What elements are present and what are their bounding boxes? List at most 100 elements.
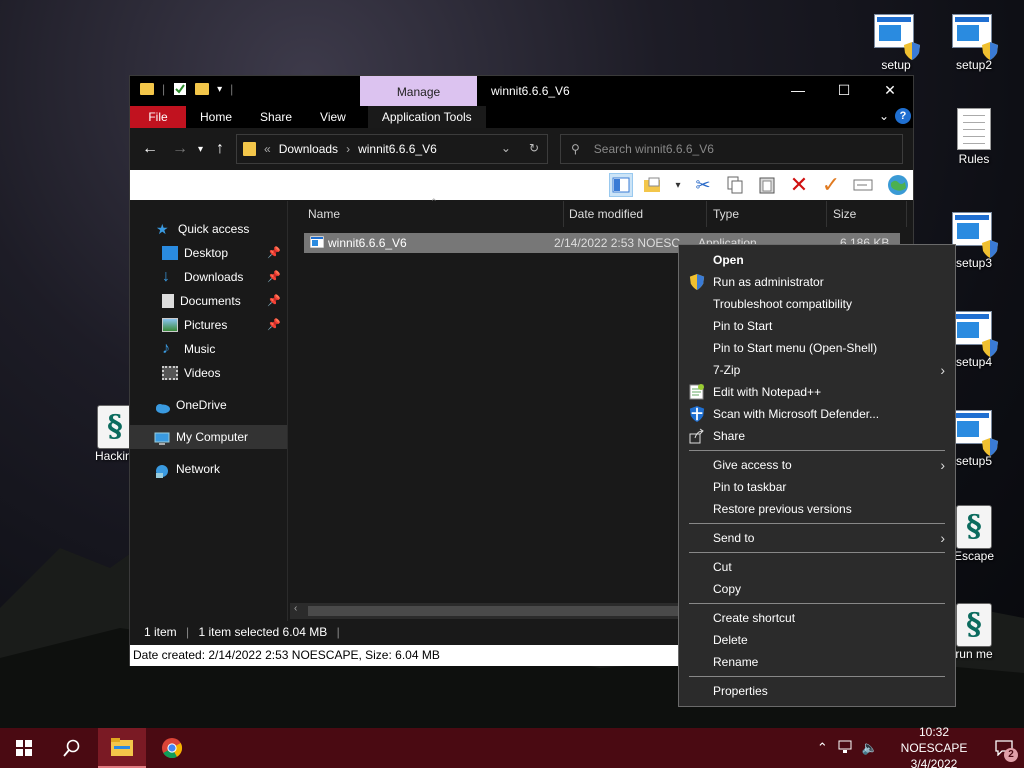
search-button[interactable]: [48, 728, 96, 768]
menu-item-pin-to-taskbar[interactable]: Pin to taskbar: [679, 476, 955, 498]
pin-icon[interactable]: 📌: [267, 289, 281, 313]
scroll-left-icon[interactable]: ‹: [294, 603, 297, 614]
recent-locations-icon[interactable]: ▾: [198, 144, 203, 155]
window-title: winnit6.6.6_V6: [491, 84, 570, 98]
paste-icon[interactable]: [755, 173, 779, 197]
tab-manage[interactable]: Manage: [360, 76, 477, 106]
chevron-up-icon[interactable]: ⌃: [817, 740, 828, 756]
menu-item-scan-defender[interactable]: Scan with Microsoft Defender...: [679, 403, 955, 425]
customize-toolbar-icon[interactable]: ▾: [217, 84, 222, 95]
menu-item-create-shortcut[interactable]: Create shortcut: [679, 607, 955, 629]
tab-application-tools[interactable]: Application Tools: [367, 106, 486, 128]
sidebar-item-onedrive[interactable]: OneDrive: [130, 393, 287, 417]
text-document-icon: [957, 108, 991, 150]
menu-item-copy[interactable]: Copy: [679, 578, 955, 600]
action-center-button[interactable]: 2: [984, 728, 1024, 768]
menu-item-share[interactable]: Share: [679, 425, 955, 447]
desktop-icon-setup2[interactable]: setup2: [937, 14, 1011, 72]
horizontal-scrollbar[interactable]: ‹: [290, 603, 685, 619]
cut-icon[interactable]: ✂: [691, 173, 715, 197]
search-input[interactable]: ⚲ Search winnit6.6.6_V6: [560, 134, 903, 164]
sidebar-item-documents[interactable]: Documents 📌: [130, 289, 287, 313]
menu-item-pin-to-start-open-shell[interactable]: Pin to Start menu (Open-Shell): [679, 337, 955, 359]
menu-item-7zip[interactable]: 7-Zip ›: [679, 359, 955, 381]
refresh-icon[interactable]: ↻: [529, 141, 539, 155]
sidebar-item-my-computer[interactable]: My Computer: [130, 425, 287, 449]
pin-icon[interactable]: 📌: [267, 265, 281, 289]
chevron-down-icon[interactable]: ⌄: [501, 141, 511, 155]
menu-item-give-access[interactable]: Give access to ›: [679, 454, 955, 476]
tab-home[interactable]: Home: [186, 106, 246, 128]
breadcrumb-overflow[interactable]: «: [264, 142, 271, 156]
new-folder-icon[interactable]: [641, 173, 665, 197]
menu-item-run-as-administrator[interactable]: Run as administrator: [679, 271, 955, 293]
back-arrow-icon[interactable]: ←: [142, 140, 158, 158]
menu-separator: [689, 603, 945, 604]
folder-icon[interactable]: [140, 83, 154, 95]
taskbar-chrome[interactable]: [148, 728, 196, 768]
address-bar[interactable]: « Downloads › winnit6.6.6_V6 ⌄ ↻: [236, 134, 548, 164]
column-header-name[interactable]: Name: [302, 201, 564, 227]
menu-item-cut[interactable]: Cut: [679, 556, 955, 578]
help-icon[interactable]: ?: [895, 108, 911, 124]
start-button[interactable]: [0, 728, 48, 768]
chevron-down-icon[interactable]: ▾: [673, 173, 683, 197]
network-status-icon[interactable]: [838, 740, 854, 757]
chevron-right-icon[interactable]: ›: [346, 142, 350, 156]
selection-info: 1 item selected 6.04 MB: [198, 625, 328, 639]
sidebar-item-label: Music: [184, 342, 216, 356]
menu-item-rename[interactable]: Rename: [679, 651, 955, 673]
menu-item-open[interactable]: Open: [679, 249, 955, 271]
up-arrow-icon[interactable]: ↑: [216, 140, 224, 158]
rename-icon[interactable]: [851, 173, 875, 197]
tab-file[interactable]: File: [130, 106, 186, 128]
preview-pane-icon[interactable]: [609, 173, 633, 197]
minimize-button[interactable]: —: [775, 76, 821, 106]
tab-share[interactable]: Share: [246, 106, 306, 128]
pin-icon[interactable]: 📌: [267, 313, 281, 337]
properties-icon[interactable]: [173, 82, 187, 96]
sidebar-item-downloads[interactable]: ↓ Downloads 📌: [130, 265, 287, 289]
menu-item-delete[interactable]: Delete: [679, 629, 955, 651]
sidebar-item-music[interactable]: ♪ Music: [130, 337, 287, 361]
column-header-date[interactable]: Date modified: [563, 201, 707, 227]
forward-arrow-icon[interactable]: →: [172, 140, 188, 158]
sidebar-item-quick-access[interactable]: ★ Quick access: [130, 217, 287, 241]
sidebar-item-pictures[interactable]: Pictures 📌: [130, 313, 287, 337]
tab-view[interactable]: View: [306, 106, 360, 128]
menu-item-properties[interactable]: Properties: [679, 680, 955, 702]
desktop-icon-label: setup2: [955, 58, 993, 72]
delete-icon[interactable]: ✕: [787, 172, 811, 197]
menu-item-send-to[interactable]: Send to ›: [679, 527, 955, 549]
new-folder-icon[interactable]: [195, 83, 210, 95]
column-header-size[interactable]: Size: [827, 201, 907, 227]
column-header-type[interactable]: Type: [707, 201, 827, 227]
breadcrumb-current[interactable]: winnit6.6.6_V6: [358, 142, 437, 156]
menu-item-restore-versions[interactable]: Restore previous versions: [679, 498, 955, 520]
clock-date: 3/4/2022: [910, 757, 958, 768]
globe-icon[interactable]: [883, 173, 913, 197]
share-icon: [689, 428, 704, 444]
sidebar-item-label: Desktop: [184, 246, 229, 260]
expand-ribbon-icon[interactable]: ⌄: [879, 109, 889, 123]
volume-icon[interactable]: 🔈: [862, 740, 878, 756]
taskbar-file-explorer[interactable]: [98, 728, 146, 768]
copy-icon[interactable]: [723, 173, 747, 197]
menu-item-pin-to-start[interactable]: Pin to Start: [679, 315, 955, 337]
desktop-icon-rules[interactable]: Rules: [937, 108, 1011, 166]
scrollbar-thumb[interactable]: [308, 606, 678, 616]
close-button[interactable]: ✕: [867, 76, 913, 106]
maximize-button[interactable]: ☐: [821, 76, 867, 106]
menu-item-troubleshoot[interactable]: Troubleshoot compatibility: [679, 293, 955, 315]
checkmark-icon[interactable]: ✓: [819, 172, 843, 197]
breadcrumb-downloads[interactable]: Downloads: [279, 142, 338, 156]
clock[interactable]: 10:32 NOESCAPE 3/4/2022: [884, 724, 984, 768]
uac-shield-icon: [982, 42, 998, 60]
sidebar-item-network[interactable]: Network: [130, 457, 287, 481]
sidebar-item-desktop[interactable]: Desktop 📌: [130, 241, 287, 265]
pin-icon[interactable]: 📌: [267, 241, 281, 265]
search-icon: [63, 739, 80, 757]
desktop-icon-setup[interactable]: setup: [859, 14, 933, 72]
menu-item-edit-notepad[interactable]: Edit with Notepad++: [679, 381, 955, 403]
sidebar-item-videos[interactable]: Videos: [130, 361, 287, 385]
